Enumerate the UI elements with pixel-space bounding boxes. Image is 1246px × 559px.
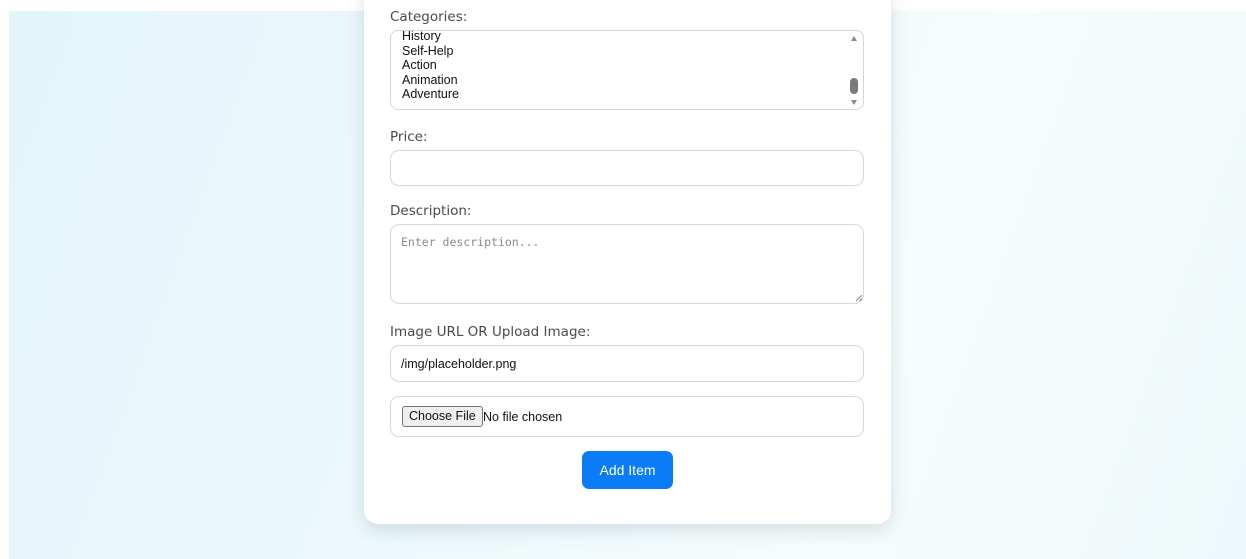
category-option[interactable]: Self-Help	[402, 44, 459, 59]
description-textarea[interactable]	[390, 224, 864, 304]
category-option[interactable]: History	[402, 31, 459, 44]
file-upload-field: Choose File No file chosen	[390, 396, 864, 437]
price-input[interactable]	[390, 150, 864, 186]
category-option[interactable]: Animation	[402, 73, 459, 88]
file-status-text: No file chosen	[483, 410, 563, 424]
categories-label: Categories:	[390, 9, 468, 25]
resize-grip-icon[interactable]	[856, 295, 862, 301]
categories-options: History Self-Help Action Animation Adven…	[402, 31, 459, 102]
scrollbar-thumb[interactable]	[850, 78, 858, 94]
categories-scrollbar[interactable]	[847, 31, 863, 109]
categories-listbox[interactable]: History Self-Help Action Animation Adven…	[390, 30, 864, 110]
image-label: Image URL OR Upload Image:	[390, 324, 591, 340]
scroll-down-arrow-icon[interactable]	[851, 100, 857, 105]
choose-file-button[interactable]: Choose File	[402, 406, 483, 427]
category-option[interactable]: Action	[402, 58, 459, 73]
image-url-input[interactable]	[390, 345, 864, 382]
description-label: Description:	[390, 203, 472, 219]
price-label: Price:	[390, 129, 428, 145]
scroll-up-arrow-icon[interactable]	[851, 36, 857, 41]
category-option[interactable]: Adventure	[402, 87, 459, 102]
add-item-button[interactable]: Add Item	[582, 451, 673, 489]
